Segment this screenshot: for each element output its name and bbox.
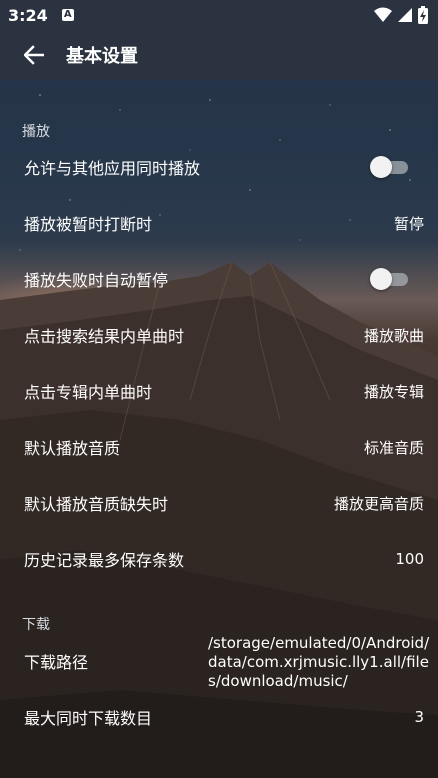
setting-value: 标准音质 [363, 438, 424, 457]
toggle-thumb [370, 156, 392, 178]
setting-label: 默认播放音质 [24, 439, 121, 458]
page-title: 基本设置 [66, 46, 138, 67]
status-bar: 3:24 A [0, 0, 438, 30]
setting-label: 允许与其他应用同时播放 [24, 159, 201, 178]
setting-allow-simultaneous[interactable]: 允许与其他应用同时播放 [0, 139, 438, 195]
setting-value: 播放更高音质 [333, 494, 424, 513]
setting-value: 暂停 [393, 214, 424, 233]
status-icons [374, 6, 428, 28]
setting-label: 历史记录最多保存条数 [24, 551, 185, 570]
battery-charging-icon [418, 6, 428, 28]
setting-label: 默认播放音质缺失时 [24, 495, 169, 514]
section-title-playback: 播放 [22, 124, 50, 140]
setting-value: 100 [395, 550, 424, 568]
setting-history-max[interactable]: 历史记录最多保存条数 100 [0, 531, 438, 587]
setting-search-tap[interactable]: 点击搜索结果内单曲时 播放歌曲 [0, 307, 438, 363]
notification-app-icon: A [61, 9, 74, 21]
setting-value: 播放专辑 [363, 382, 424, 401]
setting-label: 下载路径 [24, 653, 89, 672]
setting-quality-missing[interactable]: 默认播放音质缺失时 播放更高音质 [0, 475, 438, 531]
setting-auto-pause-on-fail[interactable]: 播放失败时自动暂停 [0, 251, 438, 307]
app-bar: 基本设置 [0, 30, 438, 80]
download-path-value: /storage/emulated/0/Android/data/com.xrj… [208, 634, 430, 690]
status-time: 3:24 [8, 5, 48, 25]
auto-pause-toggle[interactable] [370, 267, 410, 291]
section-title-download: 下载 [22, 617, 50, 633]
allow-simultaneous-toggle[interactable] [370, 155, 410, 179]
setting-value: 3 [414, 708, 424, 726]
wifi-icon [374, 7, 392, 27]
arrow-left-icon [24, 45, 44, 65]
setting-default-quality[interactable]: 默认播放音质 标准音质 [0, 419, 438, 475]
back-button[interactable] [16, 37, 52, 73]
setting-album-tap[interactable]: 点击专辑内单曲时 播放专辑 [0, 363, 438, 419]
setting-label: 点击搜索结果内单曲时 [24, 327, 185, 346]
setting-label: 播放失败时自动暂停 [24, 271, 169, 290]
setting-label: 最大同时下载数目 [24, 709, 153, 728]
setting-value: 播放歌曲 [363, 326, 424, 345]
setting-label: 播放被暂时打断时 [24, 215, 153, 234]
signal-icon [398, 7, 412, 27]
setting-max-concurrent[interactable]: 最大同时下载数目 3 [0, 689, 438, 745]
setting-interrupted[interactable]: 播放被暂时打断时 暂停 [0, 195, 438, 251]
toggle-thumb [370, 268, 392, 290]
setting-label: 点击专辑内单曲时 [24, 383, 153, 402]
